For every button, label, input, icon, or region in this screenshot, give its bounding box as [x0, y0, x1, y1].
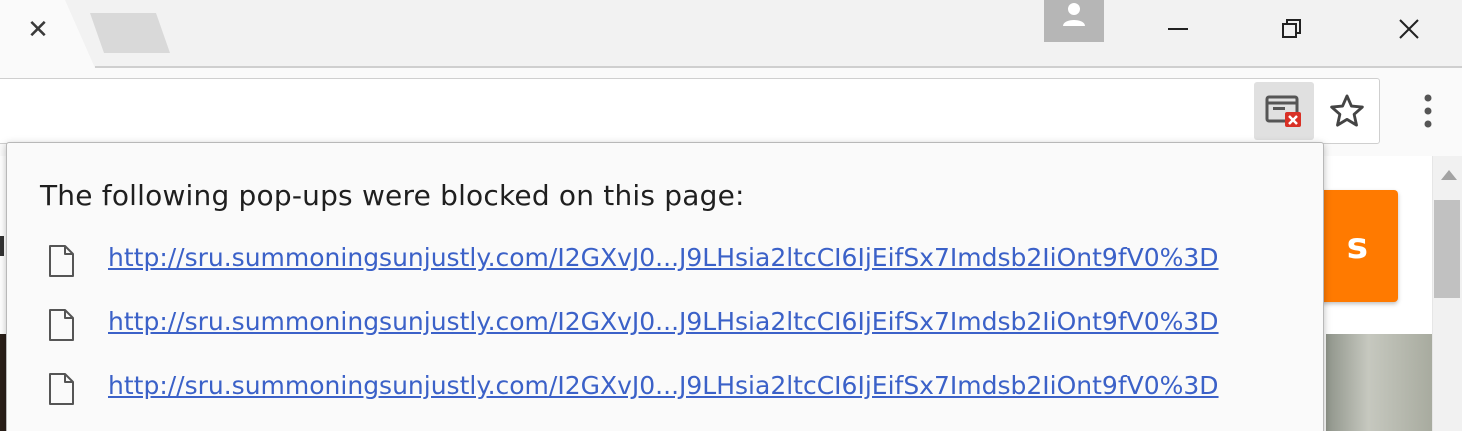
popup-blocked-button[interactable] [1254, 82, 1314, 140]
address-bar[interactable] [0, 78, 1380, 144]
bookmark-star-button[interactable] [1318, 82, 1376, 140]
star-icon [1330, 94, 1364, 127]
page-image [1326, 334, 1432, 431]
blocked-popup-link[interactable]: http://sru.summoningsunjustly.com/I2GXvJ… [108, 371, 1219, 400]
person-icon [1063, 3, 1085, 26]
menu-button[interactable] [1406, 82, 1450, 140]
restore-button[interactable] [1263, 0, 1321, 58]
document-icon [45, 305, 77, 345]
blocked-popup-item[interactable]: http://sru.summoningsunjustly.com/I2GXvJ… [45, 369, 1219, 409]
more-vert-icon [1424, 94, 1432, 128]
close-icon [1399, 19, 1419, 39]
popup-blocked-bubble: The following pop-ups were blocked on th… [6, 142, 1324, 431]
close-tab-icon[interactable]: ✕ [22, 14, 54, 46]
document-icon [45, 241, 77, 281]
page-text-fragment [0, 236, 4, 256]
scrollbar-thumb[interactable] [1434, 200, 1460, 298]
blocked-popup-item[interactable]: http://sru.summoningsunjustly.com/I2GXvJ… [45, 305, 1219, 345]
blocked-popup-link[interactable]: http://sru.summoningsunjustly.com/I2GXvJ… [108, 243, 1219, 272]
blocked-popup-link[interactable]: http://sru.summoningsunjustly.com/I2GXvJ… [108, 307, 1219, 336]
tab-strip: ✕ [0, 0, 1462, 68]
scroll-up-arrow-icon[interactable] [1441, 170, 1457, 180]
document-icon [45, 369, 77, 409]
window-close-button[interactable] [1380, 0, 1438, 58]
restore-icon [1282, 19, 1301, 38]
new-tab-button[interactable] [90, 13, 170, 53]
bubble-title: The following pop-ups were blocked on th… [40, 179, 745, 212]
blocked-popup-item[interactable]: http://sru.summoningsunjustly.com/I2GXvJ… [45, 241, 1219, 281]
profile-button[interactable] [1044, 0, 1104, 42]
minimize-button[interactable] [1149, 0, 1207, 58]
popup-blocked-icon [1265, 95, 1301, 127]
minimize-icon [1168, 28, 1188, 30]
